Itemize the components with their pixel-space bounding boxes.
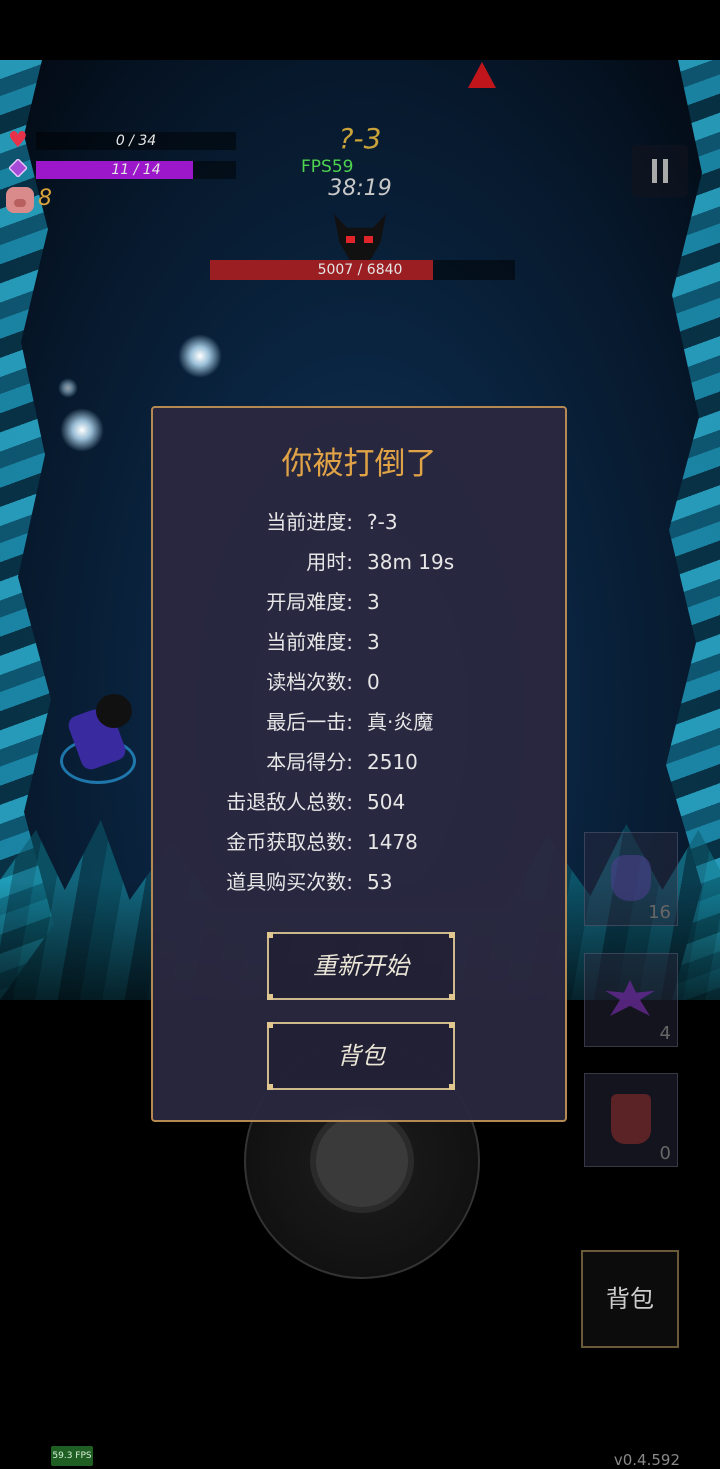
- stat-label: 最后一击:: [266, 710, 353, 734]
- item-slot-potion[interactable]: 16: [584, 832, 678, 926]
- stat-row: 道具购买次数: 53: [153, 862, 565, 902]
- stat-row: 击退敌人总数: 504: [153, 782, 565, 822]
- boss-eye: [346, 236, 355, 243]
- stat-label: 用时:: [306, 550, 353, 574]
- stat-row: 最后一击: 真·炎魔: [153, 702, 565, 742]
- shuriken-icon: [605, 980, 655, 1016]
- stat-row: 开局难度: 3: [153, 582, 565, 622]
- mp-text: 11 / 14: [111, 162, 161, 178]
- pig-coin-icon: [6, 187, 34, 213]
- mana-gem-icon: [9, 159, 27, 177]
- restart-button-label: 重新开始: [313, 952, 409, 980]
- stat-row: 当前难度: 3: [153, 622, 565, 662]
- stat-label: 读档次数:: [266, 670, 353, 694]
- spark-effect: [58, 378, 78, 398]
- version-label: v0.4.592: [613, 1451, 680, 1469]
- dialog-bag-button[interactable]: 背包: [267, 1022, 455, 1090]
- warning-triangle-icon: [468, 62, 496, 88]
- stat-value: 38m 19s: [367, 550, 455, 574]
- stat-label: 本局得分:: [266, 750, 353, 774]
- level-indicator: ?-3: [338, 122, 382, 155]
- stat-value: 53: [367, 870, 393, 894]
- item-slot-red-potion[interactable]: 0: [584, 1073, 678, 1167]
- stat-value: 真·炎魔: [367, 710, 434, 734]
- potion-icon: [611, 855, 651, 901]
- hp-bar: 0 / 34: [36, 132, 236, 150]
- spark-effect: [60, 408, 104, 452]
- stat-value: 3: [367, 590, 380, 614]
- stat-label: 当前进度:: [266, 510, 353, 534]
- red-potion-icon: [611, 1094, 651, 1144]
- restart-button[interactable]: 重新开始: [267, 932, 455, 1000]
- stat-row: 金币获取总数: 1478: [153, 822, 565, 862]
- spark-effect: [178, 334, 222, 378]
- game-timer: 38:19: [328, 176, 392, 201]
- stat-label: 道具购买次数:: [226, 870, 353, 894]
- fps-badge: 59.3 FPS: [51, 1446, 93, 1466]
- boss-eye: [364, 236, 373, 243]
- defeat-dialog: 你被打倒了 当前进度: ?-3 用时: 38m 19s 开局难度: 3 当前难度…: [151, 406, 567, 1122]
- stat-row: 用时: 38m 19s: [153, 542, 565, 582]
- bag-button[interactable]: 背包: [581, 1250, 679, 1348]
- bag-button-label: 背包: [337, 1042, 385, 1070]
- stat-row: 读档次数: 0: [153, 662, 565, 702]
- boss-hp-text: 5007 / 6840: [317, 262, 403, 278]
- stat-value: 2510: [367, 750, 418, 774]
- coin-count: 8: [38, 186, 52, 211]
- pause-button[interactable]: [632, 145, 688, 197]
- stat-label: 金币获取总数:: [226, 830, 353, 854]
- stat-label: 击退敌人总数:: [226, 790, 353, 814]
- item-count: 16: [648, 902, 671, 923]
- stat-label: 开局难度:: [266, 590, 353, 614]
- stat-row: 当前进度: ?-3: [153, 502, 565, 542]
- stat-value: ?-3: [367, 510, 398, 534]
- stat-row: 本局得分: 2510: [153, 742, 565, 782]
- mp-bar: 11 / 14: [36, 161, 236, 179]
- heart-icon: ♥: [8, 128, 28, 153]
- item-slot-shuriken[interactable]: 4: [584, 953, 678, 1047]
- joystick-knob[interactable]: [310, 1109, 414, 1213]
- hp-text: 0 / 34: [115, 133, 157, 149]
- stat-value: 1478: [367, 830, 418, 854]
- stat-value: 504: [367, 790, 406, 814]
- item-count: 4: [659, 1023, 671, 1044]
- stat-value: 0: [367, 670, 380, 694]
- boss-hp-bar: 5007 / 6840: [210, 260, 515, 280]
- stat-value: 3: [367, 630, 380, 654]
- stat-label: 当前难度:: [266, 630, 353, 654]
- pause-icon: [652, 159, 657, 183]
- dialog-title: 你被打倒了: [281, 446, 437, 482]
- fps-counter: FPS59: [301, 157, 354, 177]
- item-count: 0: [659, 1143, 671, 1164]
- player-character: [60, 694, 140, 784]
